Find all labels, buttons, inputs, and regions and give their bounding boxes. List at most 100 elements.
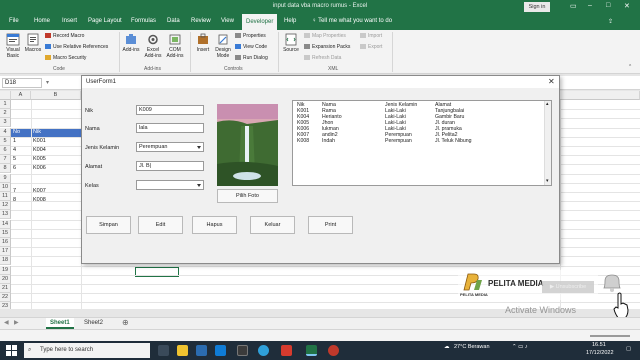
macro-security-button[interactable]: Macro Security: [45, 55, 86, 61]
row-header[interactable]: 14: [0, 219, 11, 229]
sheet-tab-sheet1[interactable]: Sheet1: [46, 318, 74, 329]
edge-icon[interactable]: [258, 345, 269, 356]
clock-date[interactable]: 17/12/2022: [586, 350, 614, 356]
row-header[interactable]: 17: [0, 247, 11, 257]
task-view-icon[interactable]: [158, 345, 169, 356]
cell-nik[interactable]: K001: [31, 137, 46, 146]
row-header[interactable]: 2: [0, 109, 11, 119]
cell-nik[interactable]: K005: [31, 155, 46, 164]
pilih-foto-button[interactable]: Pilih Foto: [217, 189, 278, 203]
sheet-scroll-left-icon[interactable]: ◀: [4, 319, 9, 326]
design-mode-button[interactable]: Design Mode: [213, 33, 233, 59]
row-header[interactable]: 6: [0, 146, 11, 155]
row-header[interactable]: 10: [0, 182, 11, 192]
column-header-b[interactable]: B: [31, 91, 81, 100]
tray-icons[interactable]: ⌃ ▭ ♪: [512, 344, 528, 350]
row-header[interactable]: 7: [0, 155, 11, 165]
xml-source-button[interactable]: Source: [282, 33, 300, 53]
view-code-button[interactable]: View Code: [235, 44, 267, 50]
maximize-icon[interactable]: □: [606, 2, 610, 9]
row-header[interactable]: 4: [0, 127, 11, 137]
tab-page-layout[interactable]: Page Layout: [88, 18, 122, 24]
alamat-input[interactable]: Jl. B|: [136, 161, 204, 171]
listbox-cell[interactable]: Indah: [322, 138, 342, 144]
sheet-tab-sheet2[interactable]: Sheet2: [80, 318, 107, 329]
visual-basic-button[interactable]: Visual Basic: [3, 33, 23, 59]
header-no-cell[interactable]: No: [11, 128, 31, 137]
excel-addins-button[interactable]: Excel Add-ins: [143, 33, 163, 59]
row-header[interactable]: 1: [0, 100, 11, 109]
excel-taskbar-icon[interactable]: [306, 345, 317, 356]
header-nik-cell[interactable]: Nik: [31, 128, 81, 137]
share-icon[interactable]: ⇪: [608, 18, 613, 25]
keluar-button[interactable]: Keluar: [250, 216, 295, 234]
tell-me-search[interactable]: ♀ Tell me what you want to do: [312, 18, 392, 24]
refresh-data-button[interactable]: Refresh Data: [304, 55, 341, 61]
hapus-button[interactable]: Hapus: [192, 216, 237, 234]
row-header[interactable]: 15: [0, 228, 11, 238]
simpan-button[interactable]: Simpan: [86, 216, 131, 234]
recorder-icon[interactable]: [328, 345, 339, 356]
listbox-cell[interactable]: Jl. Teluk Nibung: [435, 138, 472, 144]
row-header[interactable]: 13: [0, 210, 11, 220]
sign-in-button[interactable]: Sign in: [524, 2, 550, 12]
app-icon[interactable]: [237, 345, 248, 356]
tab-review[interactable]: Review: [191, 18, 211, 24]
row-header[interactable]: 8: [0, 164, 11, 174]
close-icon[interactable]: ✕: [548, 77, 555, 86]
nama-input[interactable]: lala: [136, 123, 204, 133]
map-properties-button[interactable]: Map Properties: [304, 33, 346, 39]
mail-icon[interactable]: [215, 345, 226, 356]
kelas-select[interactable]: [136, 180, 204, 190]
weather-label[interactable]: 27°C Berawan: [454, 344, 490, 350]
taskbar-search[interactable]: ⌕ Type here to search: [24, 343, 150, 358]
tab-data[interactable]: Data: [167, 18, 180, 24]
row-header[interactable]: 19: [0, 265, 11, 275]
listbox-cell[interactable]: K008: [297, 138, 309, 144]
tab-formulas[interactable]: Formulas: [131, 18, 156, 24]
tab-insert[interactable]: Insert: [62, 18, 77, 24]
name-box-dropdown-icon[interactable]: ▾: [46, 79, 49, 86]
select-all-corner[interactable]: [0, 91, 11, 100]
notification-icon[interactable]: ▢: [626, 346, 631, 352]
row-header[interactable]: 22: [0, 293, 11, 303]
clock-time[interactable]: 16.51: [592, 342, 606, 348]
expansion-packs-button[interactable]: Expansion Packs: [304, 44, 350, 50]
data-listbox[interactable]: Nik K001 K004 K005 K006 K007 K008 Nama Rama Heri…: [292, 100, 552, 186]
row-header[interactable]: 9: [0, 173, 11, 183]
nik-input[interactable]: K009: [136, 105, 204, 115]
com-addins-button[interactable]: COM Add-ins: [165, 33, 185, 59]
print-button[interactable]: Print: [308, 216, 353, 234]
row-header[interactable]: 11: [0, 192, 11, 201]
scroll-down-icon[interactable]: ▾: [546, 178, 549, 184]
store-icon[interactable]: [196, 345, 207, 356]
tab-help[interactable]: Help: [284, 18, 296, 24]
row-header[interactable]: 16: [0, 238, 11, 247]
macros-button[interactable]: Macros: [24, 33, 42, 53]
windows-start-icon[interactable]: [6, 345, 17, 356]
row-header[interactable]: 23: [0, 302, 11, 309]
column-header-a[interactable]: A: [11, 91, 31, 100]
cell-nik[interactable]: K004: [31, 146, 46, 155]
ribbon-display-icon[interactable]: ▭: [570, 2, 577, 10]
add-sheet-icon[interactable]: ⊕: [122, 318, 129, 327]
collapse-ribbon-icon[interactable]: ⌃: [628, 64, 632, 70]
run-dialog-button[interactable]: Run Dialog: [235, 55, 268, 61]
minimize-icon[interactable]: –: [588, 2, 592, 9]
row-header[interactable]: 18: [0, 256, 11, 266]
properties-button[interactable]: Properties: [235, 33, 266, 39]
app-icon[interactable]: [281, 345, 292, 356]
addins-button[interactable]: Add-ins: [122, 33, 140, 53]
row-header[interactable]: 20: [0, 274, 11, 284]
unsubscribe-button[interactable]: ▶ Unsubscribe: [542, 281, 594, 293]
jenis-kelamin-select[interactable]: Perempuan: [136, 142, 204, 152]
sheet-scroll-right-icon[interactable]: ▶: [14, 319, 19, 326]
row-header[interactable]: 12: [0, 201, 11, 211]
zoom-slider[interactable]: [590, 335, 630, 337]
row-header[interactable]: 5: [0, 136, 11, 146]
insert-control-button[interactable]: Insert: [194, 33, 212, 53]
xml-export-button[interactable]: Export: [360, 44, 382, 50]
tab-developer[interactable]: Developer: [242, 14, 278, 30]
xml-import-button[interactable]: Import: [360, 33, 382, 39]
name-box[interactable]: D18: [2, 78, 42, 88]
